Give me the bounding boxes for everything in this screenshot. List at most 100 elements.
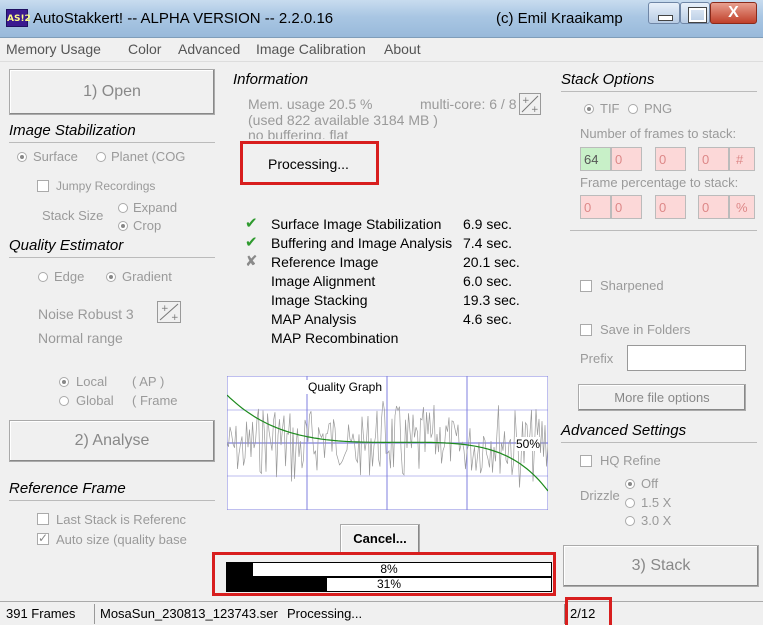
step-name: Image Stacking (271, 292, 368, 308)
gradient-radio[interactable] (106, 272, 116, 282)
percentage-input-1[interactable]: 0 (580, 195, 611, 219)
last-stack-label: Last Stack is Referenc (56, 512, 187, 527)
tif-radio[interactable] (584, 104, 594, 114)
auto-size-checkbox[interactable] (37, 531, 49, 545)
frames-input-4[interactable]: 0 (698, 147, 729, 171)
prefix-label: Prefix (580, 351, 614, 366)
surface-label: Surface (33, 149, 78, 164)
noise-stepper-icon[interactable]: + + (157, 301, 181, 323)
prefix-input[interactable] (627, 345, 746, 371)
app-icon: AS!2 (6, 9, 31, 27)
frames-input-2[interactable]: 0 (611, 147, 642, 171)
mem-usage-text: Mem. usage 20.5 % (248, 96, 373, 112)
status-frames: 391 Frames (6, 606, 76, 621)
global-frame-label: ( Frame (132, 393, 178, 408)
save-in-folders-label: Save in Folders (600, 322, 691, 337)
global-radio[interactable] (59, 396, 69, 406)
drizzle-1-5-radio[interactable] (625, 498, 635, 508)
menu-advanced[interactable]: Advanced (178, 41, 240, 57)
tif-label: TIF (600, 101, 620, 116)
step-status-icon: ✔ (245, 234, 258, 251)
frames-input-1[interactable]: 64 (580, 147, 611, 171)
step-name: MAP Recombination (271, 330, 399, 346)
normal-range-label: Normal range (38, 330, 123, 346)
drizzle-3-0-label: 3.0 X (641, 513, 672, 528)
local-radio[interactable] (59, 377, 69, 387)
quality-graph-title: Quality Graph (306, 380, 385, 394)
edge-label: Edge (54, 269, 85, 284)
hq-refine-checkbox[interactable] (580, 455, 592, 467)
step-name: Image Alignment (271, 273, 376, 289)
multicore-stepper-icon[interactable]: + + (519, 93, 541, 115)
menu-memory-usage[interactable]: Memory Usage (6, 41, 101, 57)
maximize-button[interactable] (680, 2, 710, 24)
quality-graph (227, 376, 548, 510)
crop-radio[interactable] (118, 221, 128, 231)
step-name: Buffering and Image Analysis (271, 235, 453, 251)
analyse-button[interactable]: 2) Analyse (9, 420, 215, 462)
progress-bar-2: 31% (226, 577, 552, 592)
menu-color[interactable]: Color (128, 41, 161, 57)
step-time: 4.6 sec. (463, 311, 513, 327)
expand-radio[interactable] (118, 203, 128, 213)
drizzle-1-5-label: 1.5 X (641, 495, 672, 510)
hq-refine-label: HQ Refine (600, 453, 661, 468)
step-time: 7.4 sec. (463, 235, 513, 251)
surface-radio[interactable] (17, 152, 27, 162)
percentage-input-4[interactable]: 0 (698, 195, 729, 219)
percentage-input-2[interactable]: 0 (611, 195, 642, 219)
planet-radio[interactable] (96, 152, 106, 162)
divider (561, 442, 757, 443)
cancel-button[interactable]: Cancel... (340, 524, 420, 554)
step-name: Surface Image Stabilization (271, 216, 442, 232)
progress-bar-1-label: 8% (380, 562, 398, 576)
status-state: Processing... (287, 606, 363, 621)
percentage-input-3[interactable]: 0 (655, 195, 686, 219)
close-button[interactable]: X (710, 2, 757, 24)
graph-50-label: 50% (516, 437, 541, 451)
step-name: Reference Image (271, 254, 379, 270)
local-ap-label: ( AP ) (132, 374, 165, 389)
edge-radio[interactable] (38, 272, 48, 282)
drizzle-off-label: Off (641, 476, 659, 491)
frames-input-3[interactable]: 0 (655, 147, 686, 171)
status-bar: 391 Frames MosaSun_230813_123743.ser Pro… (0, 601, 763, 625)
more-file-options-button[interactable]: More file options (578, 384, 746, 411)
menu-image-calibration[interactable]: Image Calibration (256, 41, 366, 57)
stack-button[interactable]: 3) Stack (563, 545, 759, 587)
information-title: Information (233, 71, 309, 88)
divider (9, 257, 215, 258)
step-time: 19.3 sec. (463, 292, 520, 308)
sharpened-checkbox[interactable] (580, 280, 592, 292)
menu-about[interactable]: About (384, 41, 421, 57)
percentage-suffix: % (729, 195, 755, 219)
advanced-settings-title: Advanced Settings (561, 422, 687, 439)
crop-label: Crop (133, 218, 162, 233)
drizzle-3-0-radio[interactable] (625, 516, 635, 526)
divider (9, 500, 215, 501)
progress-bar-2-label: 31% (376, 577, 402, 591)
last-stack-checkbox[interactable] (37, 513, 49, 525)
jumpy-recordings-checkbox[interactable] (37, 180, 49, 192)
processing-label: Processing... (268, 156, 349, 172)
png-radio[interactable] (628, 104, 638, 114)
save-in-folders-checkbox[interactable] (580, 324, 592, 336)
buffering-text: no buffering, flat (248, 127, 349, 139)
drizzle-off-radio[interactable] (625, 479, 635, 489)
step-status-icon: ✔ (245, 215, 258, 232)
divider (570, 230, 757, 231)
minimize-button[interactable] (648, 2, 680, 24)
expand-label: Expand (133, 200, 178, 215)
used-memory-text: (used 822 available 3184 MB ) (248, 112, 438, 128)
progress-bar-1: 8% (226, 562, 552, 577)
divider (9, 142, 215, 143)
open-button[interactable]: 1) Open (9, 69, 215, 115)
title-bar: AS!2 AutoStakkert! -- ALPHA VERSION -- 2… (0, 0, 763, 38)
auto-size-label: Auto size (quality base (56, 532, 187, 547)
step-name: MAP Analysis (271, 311, 357, 327)
quality-estimator-title: Quality Estimator (9, 237, 124, 254)
stack-options-title: Stack Options (561, 71, 655, 88)
jumpy-recordings-label: Jumpy Recordings (56, 179, 156, 193)
reference-frame-title: Reference Frame (9, 480, 126, 497)
local-label: Local (76, 374, 108, 389)
